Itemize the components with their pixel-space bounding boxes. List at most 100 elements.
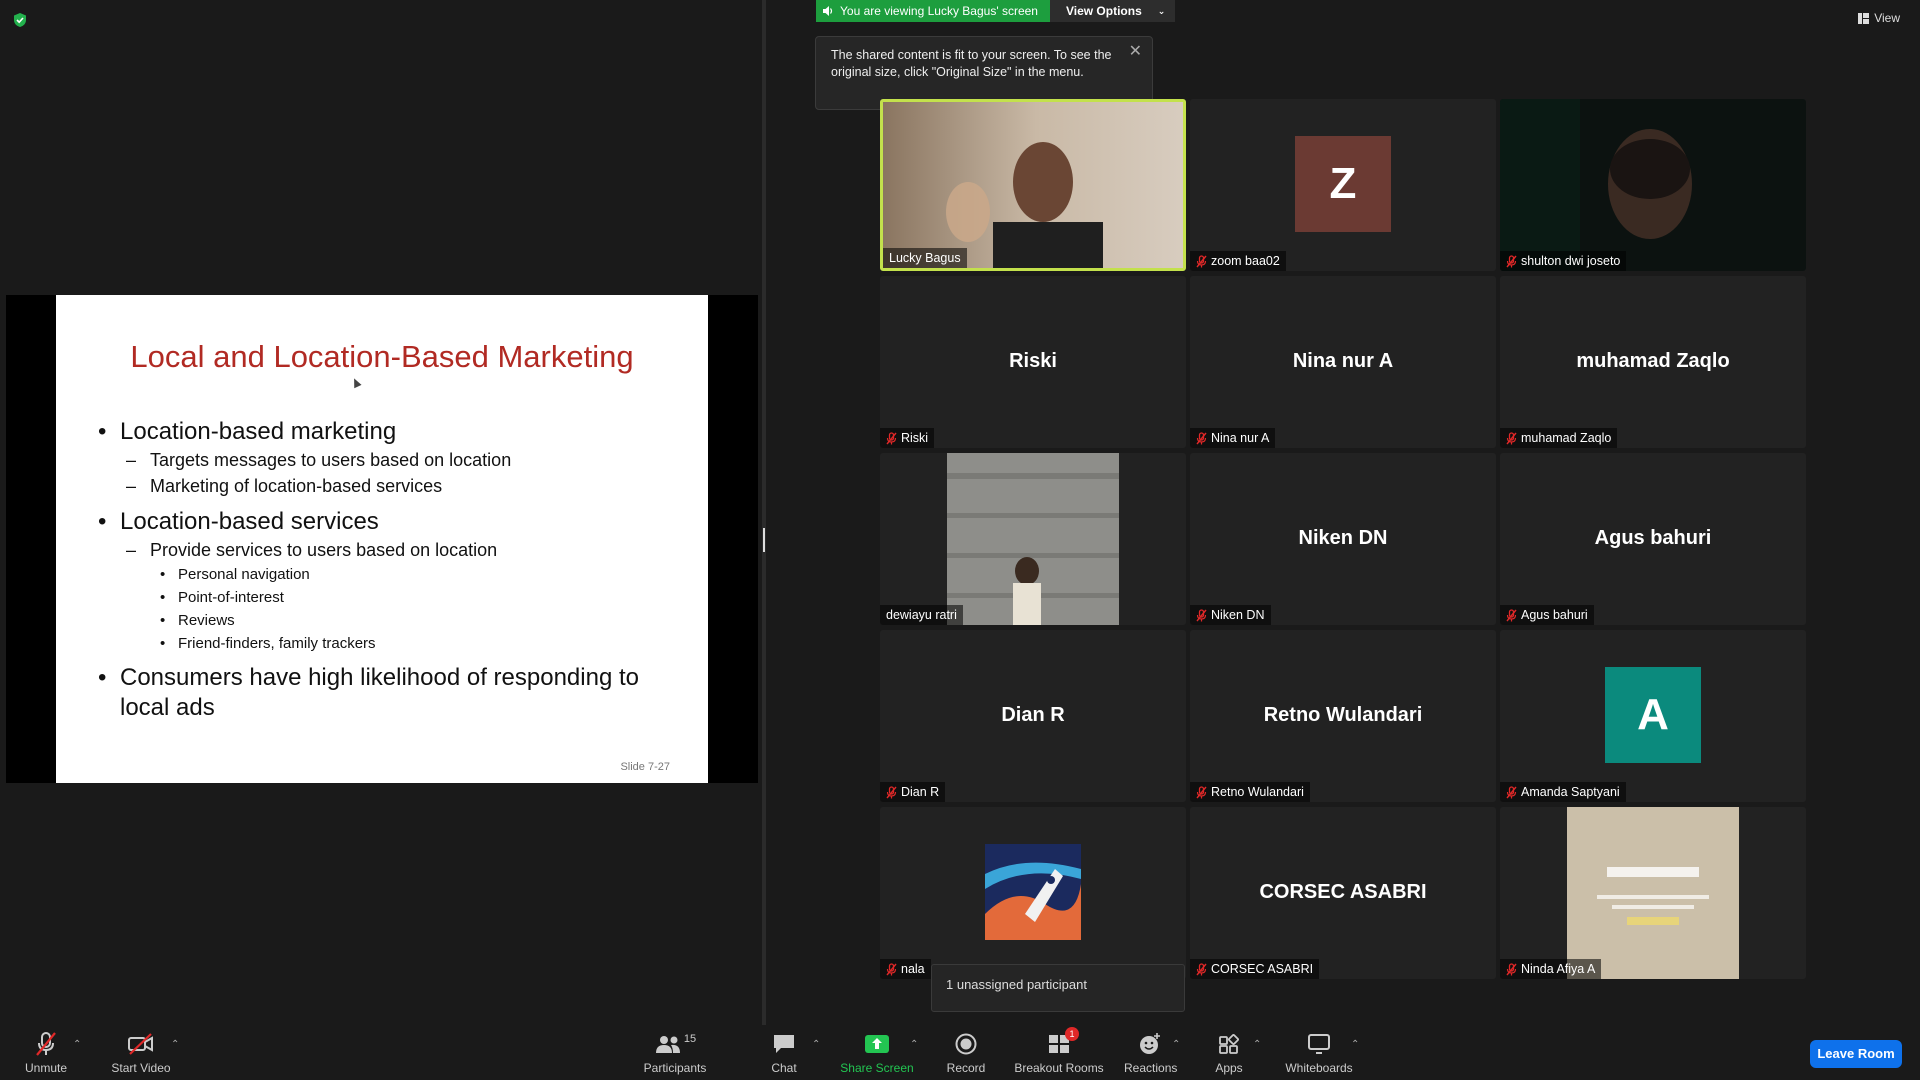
participant-display-name: Retno Wulandari [1263,704,1423,726]
chat-bubble-icon [774,1035,794,1053]
video-camera-off-icon [128,1033,153,1055]
participant-display-name: Agus bahuri [1594,527,1712,549]
participant-tile[interactable]: Dian R Dian R [880,630,1186,802]
participant-tile[interactable]: muhamad Zaqlo muhamad Zaqlo [1500,276,1806,448]
participant-tile[interactable]: Ninda Afiya A [1500,807,1806,979]
shared-content-frame: Local and Location-Based Marketing Locat… [6,295,758,783]
microphone-muted-icon [1506,962,1517,975]
slide-bullet-level-1: Consumers have high likelihood of respon… [96,663,686,723]
participant-name: Retno Wulandari [1211,785,1304,799]
microphone-muted-icon [36,1032,56,1056]
reactions-button[interactable]: Reactions [1124,1031,1178,1075]
participant-tile[interactable]: A Amanda Saptyani [1500,630,1806,802]
slide-bullet-level-2: Targets messages to users based on locat… [96,447,686,473]
slide-bullet-level-3: Point-of-interest [96,586,686,609]
share-options-chevron-icon[interactable]: ⌃ [910,1039,918,1050]
participant-tile[interactable]: Nina nur A Nina nur A [1190,276,1496,448]
slide-bullet-list: Location-based marketingTargets messages… [96,411,686,723]
viewing-screen-indicator: You are viewing Lucky Bagus' screen [816,0,1050,22]
unassigned-participant-popup[interactable]: 1 unassigned participant [931,964,1185,1012]
mouse-cursor-icon [350,376,362,389]
chat-button[interactable]: Chat [765,1031,803,1075]
slide-bullet-level-3: Friend-finders, family trackers [96,632,686,655]
participant-display-name: Dian R [1001,704,1065,726]
whiteboard-icon [1308,1034,1330,1054]
microphone-muted-icon [1196,785,1207,798]
participant-tile[interactable]: Retno Wulandari Retno Wulandari [1190,630,1496,802]
participants-icon [655,1036,680,1053]
leave-room-button[interactable]: Leave Room [1810,1040,1902,1068]
slide-bullet-level-2: Marketing of location-based services [96,473,686,499]
participant-name-label: Dian R [880,782,946,802]
avatar: Z [1295,136,1391,232]
chat-label: Chat [771,1061,797,1075]
view-label: View [1874,11,1900,25]
participant-display-name: Riski [1009,350,1057,372]
apps-options-chevron-icon[interactable]: ⌃ [1253,1039,1261,1050]
profile-picture [1567,807,1739,979]
microphone-muted-icon [886,785,897,798]
participant-tile[interactable]: shulton dwi joseto [1500,99,1806,271]
unmute-button[interactable]: Unmute [18,1031,74,1075]
divider-drag-handle[interactable] [763,528,765,552]
shared-screen-pane: Local and Location-Based Marketing Locat… [0,0,760,1025]
apps-icon [1219,1034,1239,1054]
whiteboards-button[interactable]: Whiteboards [1283,1031,1355,1075]
participant-tile[interactable]: CORSEC ASABRI CORSEC ASABRI [1190,807,1496,979]
participant-name-label: muhamad Zaqlo [1500,428,1618,448]
microphone-muted-icon [1196,254,1207,267]
breakout-rooms-label: Breakout Rooms [1014,1061,1104,1075]
microphone-muted-icon [886,431,897,444]
whiteboards-options-chevron-icon[interactable]: ⌃ [1351,1039,1359,1050]
participant-tile[interactable]: Riski Riski [880,276,1186,448]
share-screen-button[interactable]: Share Screen [840,1031,914,1075]
view-options-button[interactable]: View Options ⌄ [1049,0,1176,22]
video-options-chevron-icon[interactable]: ⌃ [171,1039,179,1050]
participant-tile[interactable]: dewiayu ratri [880,453,1186,625]
participant-tile[interactable]: Agus bahuri Agus bahuri [1500,453,1806,625]
breakout-rooms-button[interactable]: 1 Breakout Rooms [1013,1027,1105,1075]
microphone-muted-icon [1196,608,1207,621]
start-video-button[interactable]: Start Video [106,1031,176,1075]
grid-view-icon [1858,12,1870,24]
microphone-muted-icon [1506,431,1517,444]
split-view-divider[interactable] [762,0,766,1025]
record-button[interactable]: Record [944,1031,988,1075]
audio-options-chevron-icon[interactable]: ⌃ [73,1039,81,1050]
participant-name: Nina nur A [1211,431,1270,445]
breakout-badge: 1 [1065,1027,1079,1041]
profile-picture [985,844,1081,940]
participant-tile[interactable]: Lucky Bagus [880,99,1186,271]
slide-bullet-level-2: Provide services to users based on locat… [96,537,686,563]
unmute-label: Unmute [24,1061,68,1075]
whiteboards-label: Whiteboards [1285,1061,1353,1075]
view-button[interactable]: View [1858,11,1900,25]
view-options-label: View Options [1065,4,1142,18]
close-icon[interactable]: ✕ [1129,43,1142,60]
participant-name: nala [901,962,925,976]
apps-button[interactable]: Apps [1211,1031,1247,1075]
participant-name: Amanda Saptyani [1521,785,1620,799]
participant-tile[interactable]: nala [880,807,1186,979]
participants-count: 15 [683,1033,697,1045]
participants-button[interactable]: 15 Participants [640,1031,710,1075]
participant-display-name: Niken DN [1298,527,1388,549]
participant-name-label: dewiayu ratri [880,605,963,625]
microphone-muted-icon [1196,431,1207,444]
reactions-label: Reactions [1124,1061,1178,1075]
slide-bullet-level-3: Personal navigation [96,563,686,586]
participant-tile[interactable]: Niken DN Niken DN [1190,453,1496,625]
participant-tile[interactable]: Zzoom baa02 [1190,99,1496,271]
tooltip-text: The shared content is fit to your screen… [831,48,1112,79]
participant-name: Riski [901,431,929,445]
slide-bullet-level-3: Reviews [96,609,686,632]
participant-name: dewiayu ratri [886,608,957,622]
reactions-options-chevron-icon[interactable]: ⌃ [1172,1039,1180,1050]
zoom-meeting-window: Local and Location-Based Marketing Locat… [0,0,1920,1080]
participant-gallery: Lucky Bagus Zzoom baa02 shulton dwi joseto… [880,99,1810,979]
speaker-icon [823,6,833,16]
chat-options-chevron-icon[interactable]: ⌃ [812,1039,820,1050]
security-shield-icon[interactable] [12,12,28,28]
apps-label: Apps [1215,1061,1243,1075]
participant-name-label: Ninda Afiya A [1500,959,1602,979]
